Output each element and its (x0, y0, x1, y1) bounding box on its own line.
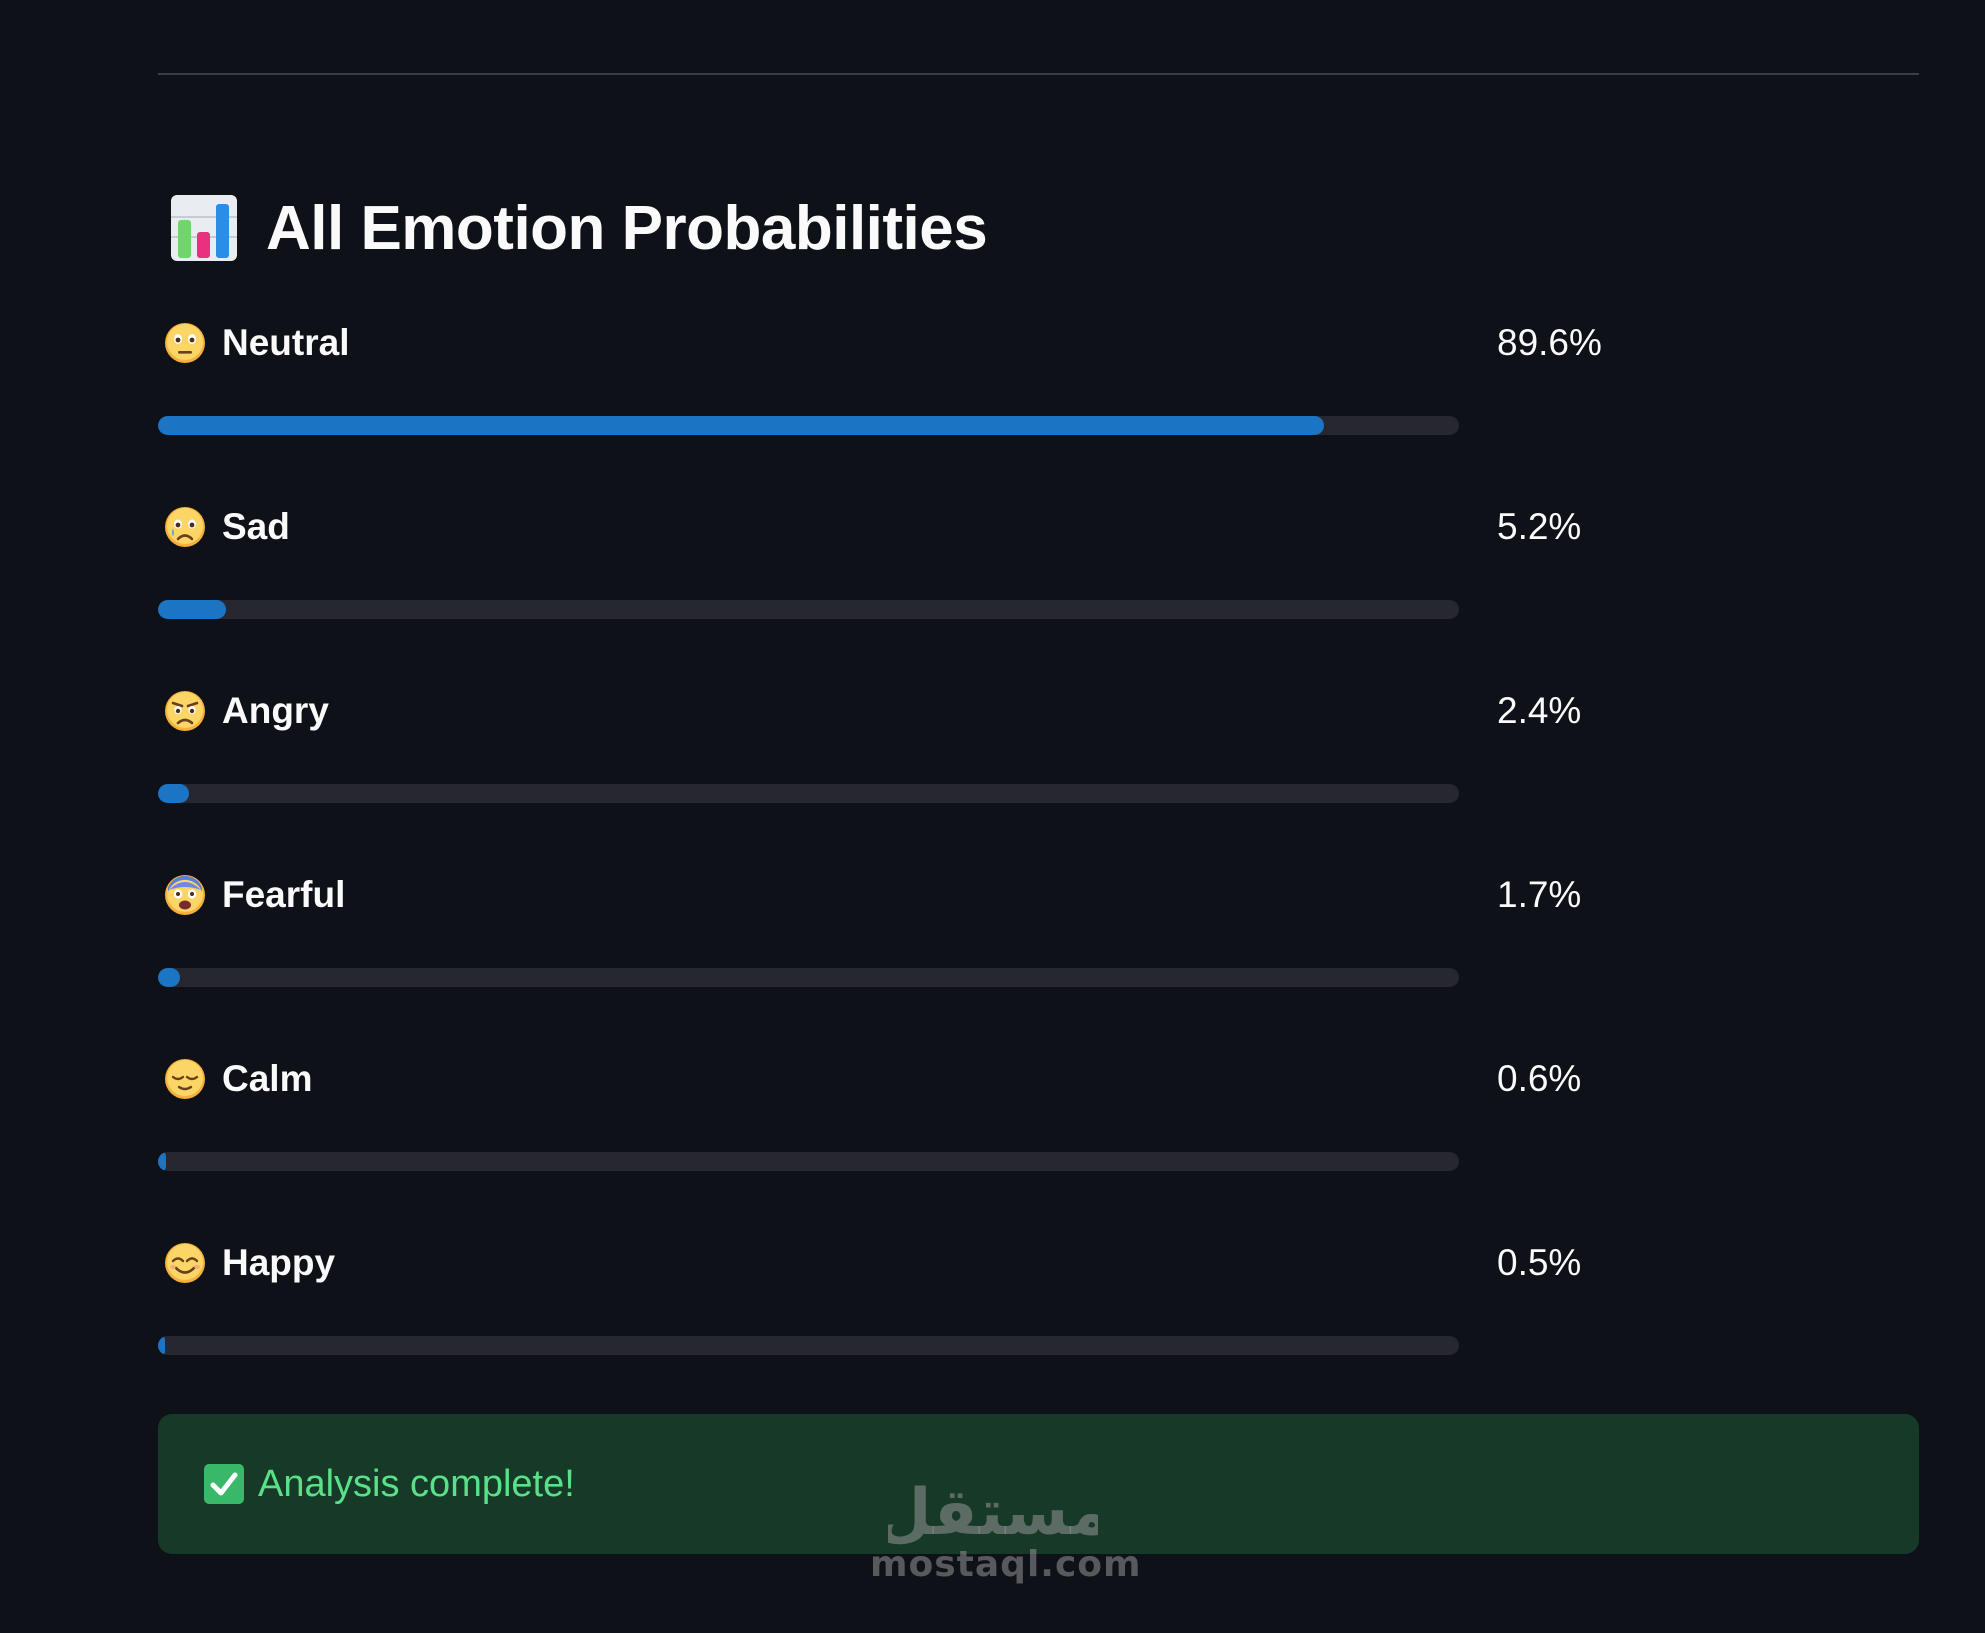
emotion-row-fearful: Fearful 1.7% (158, 868, 1658, 1048)
success-message: Analysis complete! (258, 1462, 575, 1505)
progress-fill (158, 784, 189, 803)
neutral-face-icon (165, 323, 205, 363)
progress-bar (158, 416, 1459, 435)
emotion-row-calm: Calm 0.6% (158, 1052, 1658, 1232)
success-alert: Analysis complete! (158, 1414, 1919, 1554)
emotion-label: Calm (222, 1058, 313, 1099)
emotion-percent: 0.5% (1497, 1242, 1582, 1283)
emotion-label: Neutral (222, 322, 350, 363)
progress-bar (158, 1152, 1459, 1171)
emotion-label: Angry (222, 690, 329, 731)
emotion-percent: 1.7% (1497, 874, 1582, 915)
emotion-label: Sad (222, 506, 290, 547)
emotion-label: Fearful (222, 874, 346, 915)
page-header: All Emotion Probabilities (168, 186, 988, 270)
relieved-face-icon (165, 1059, 205, 1099)
emotion-row-happy: Happy 0.5% (158, 1236, 1658, 1416)
progress-fill (158, 416, 1324, 435)
progress-bar (158, 600, 1459, 619)
angry-face-icon (165, 691, 205, 731)
smiling-face-icon (165, 1243, 205, 1283)
progress-bar (158, 784, 1459, 803)
bar-chart-icon (171, 195, 237, 261)
emotion-percent: 89.6% (1497, 322, 1602, 363)
emotion-percent: 2.4% (1497, 690, 1582, 731)
check-mark-icon (204, 1464, 244, 1504)
progress-fill (158, 1152, 166, 1171)
fearful-face-icon (165, 875, 205, 915)
progress-fill (158, 968, 180, 987)
progress-bar (158, 1336, 1459, 1355)
emotion-label: Happy (222, 1242, 336, 1283)
sad-face-icon (165, 507, 205, 547)
emotion-percent: 5.2% (1497, 506, 1582, 547)
progress-bar (158, 968, 1459, 987)
progress-fill (158, 1336, 165, 1355)
section-divider (158, 73, 1919, 75)
progress-fill (158, 600, 226, 619)
emotion-row-sad: Sad 5.2% (158, 500, 1658, 680)
emotion-row-angry: Angry 2.4% (158, 684, 1658, 864)
emotion-percent: 0.6% (1497, 1058, 1582, 1099)
page-title: All Emotion Probabilities (266, 193, 988, 263)
emotion-row-neutral: Neutral 89.6% (158, 316, 1658, 496)
